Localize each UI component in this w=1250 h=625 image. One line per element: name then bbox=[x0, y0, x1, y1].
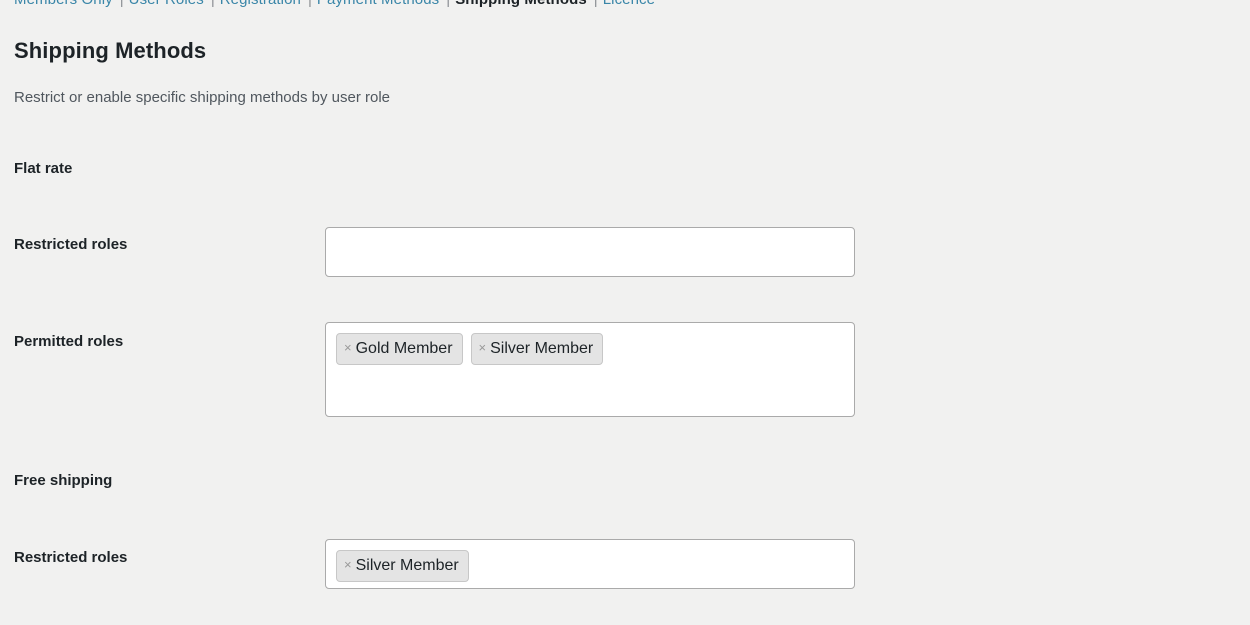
field-label-restricted-roles: Restricted roles bbox=[14, 549, 128, 566]
role-token[interactable]: × Gold Member bbox=[336, 333, 463, 365]
field-label-permitted-roles: Permitted roles bbox=[14, 333, 124, 350]
nav-item-shipping-methods[interactable]: Shipping Methods bbox=[455, 0, 587, 8]
nav-item-registration[interactable]: Registration bbox=[220, 0, 301, 8]
roles-multiselect-0-0[interactable] bbox=[325, 227, 855, 277]
settings-tab-nav[interactable]: Members Only|User Roles|Registration|Pay… bbox=[0, 0, 1250, 13]
nav-item-user-roles[interactable]: User Roles bbox=[129, 0, 204, 8]
nav-item-licence[interactable]: Licence bbox=[603, 0, 655, 8]
close-icon[interactable]: × bbox=[344, 557, 356, 572]
role-token[interactable]: × Silver Member bbox=[336, 550, 469, 582]
field-label-restricted-roles: Restricted roles bbox=[14, 236, 128, 253]
section-title-free-shipping: Free shipping bbox=[14, 472, 113, 489]
section-title-flat-rate: Flat rate bbox=[14, 160, 73, 177]
role-token[interactable]: × Silver Member bbox=[470, 333, 604, 365]
role-token-label: Silver Member bbox=[355, 557, 459, 574]
roles-multiselect-0-1[interactable]: × Gold Member × Silver Member bbox=[325, 322, 855, 417]
nav-separator: | bbox=[439, 0, 455, 8]
close-icon[interactable]: × bbox=[344, 340, 356, 355]
close-icon[interactable]: × bbox=[479, 340, 491, 355]
nav-separator: | bbox=[204, 0, 220, 8]
nav-separator: | bbox=[587, 0, 603, 8]
nav-item-payment-methods[interactable]: Payment Methods bbox=[317, 0, 439, 8]
nav-separator: | bbox=[113, 0, 129, 8]
nav-separator: | bbox=[301, 0, 317, 8]
role-token-label: Gold Member bbox=[355, 340, 453, 357]
page-description: Restrict or enable specific shipping met… bbox=[14, 89, 391, 106]
role-token-label: Silver Member bbox=[490, 340, 594, 357]
roles-multiselect-1-0[interactable]: × Silver Member bbox=[325, 539, 855, 589]
nav-item-members-only[interactable]: Members Only bbox=[14, 0, 113, 8]
page-title: Shipping Methods bbox=[14, 38, 207, 63]
